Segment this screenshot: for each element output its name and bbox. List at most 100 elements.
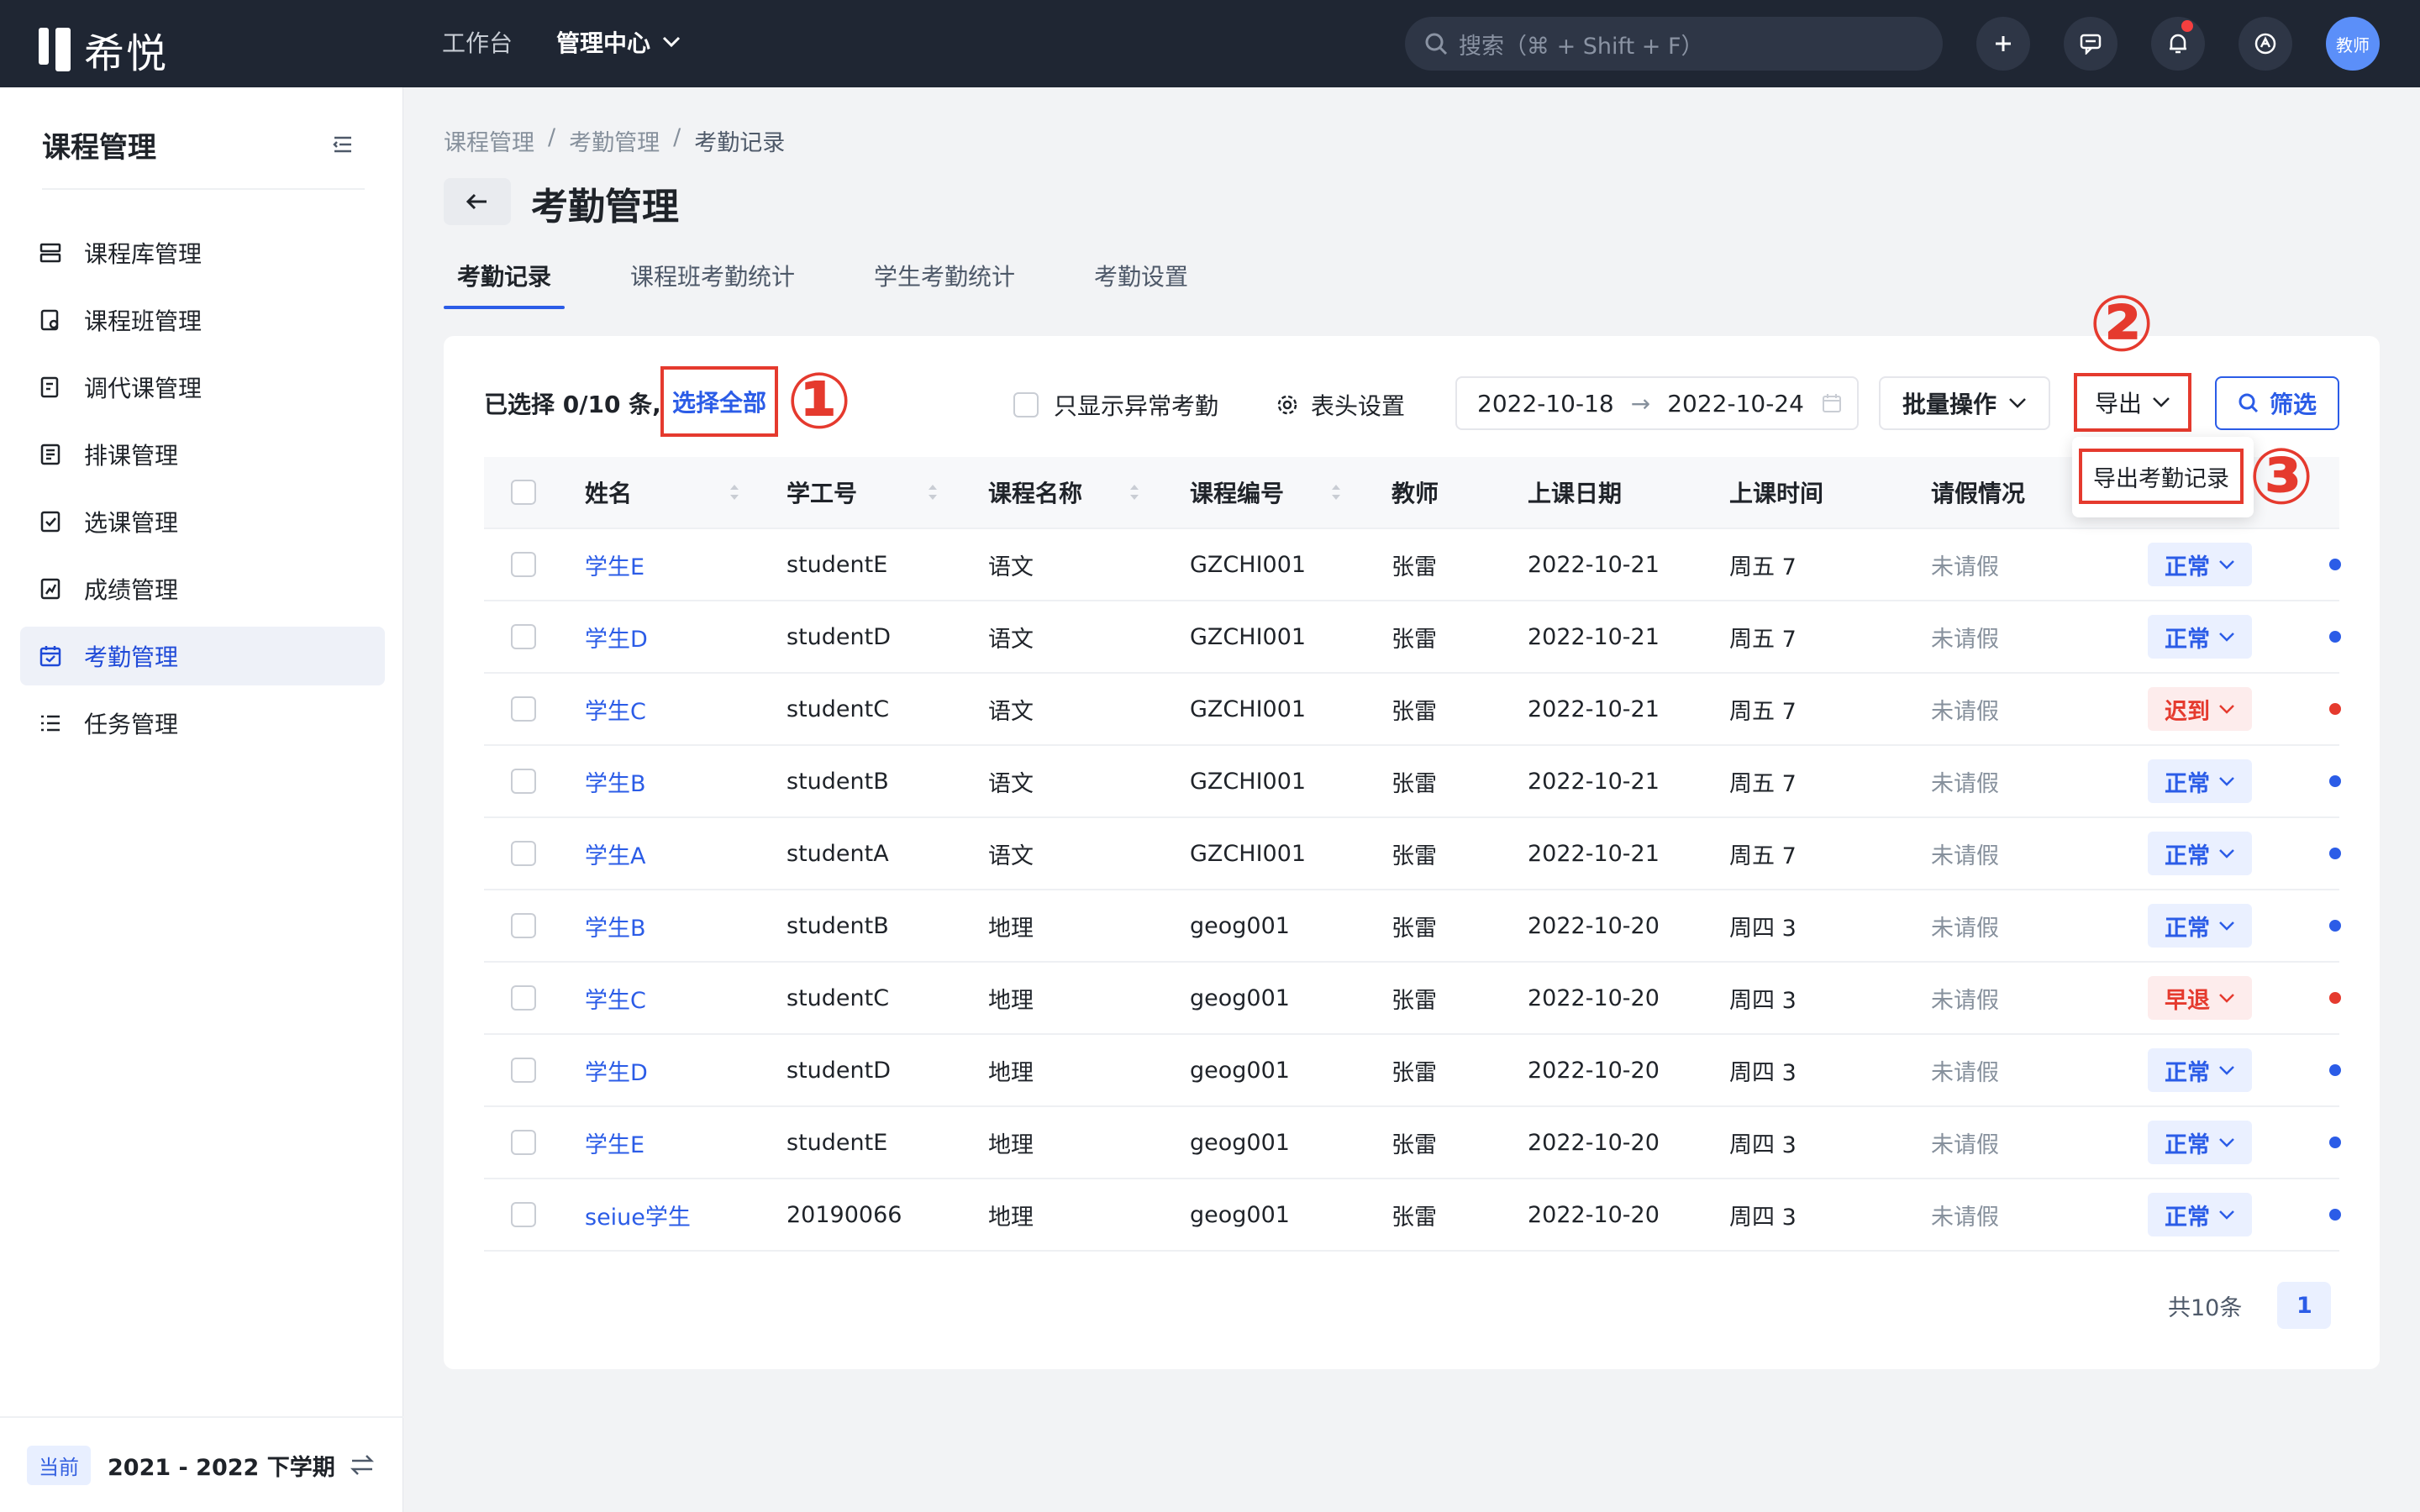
teacher-cell: 张雷	[1392, 1131, 1437, 1158]
back-button[interactable]	[444, 178, 511, 225]
breadcrumb-item[interactable]: 课程管理	[444, 124, 534, 157]
status-dropdown[interactable]: 正常	[2148, 759, 2252, 803]
student-name-link[interactable]: 学生B	[585, 910, 786, 942]
column-header-course-code[interactable]: 课程编号	[1190, 475, 1392, 509]
tab-attendance-settings[interactable]: 考勤设置	[1081, 252, 1202, 311]
sidebar: 课程管理 课程库管理 课程班管理 调代课管理 排课管理 选课管理 成绩管理 考勤…	[0, 87, 403, 1512]
table-row[interactable]: 学生B studentB 地理 geog001 张雷 2022-10-20 周四 3 未请假 正…	[484, 890, 2341, 963]
row-checkbox[interactable]	[511, 624, 536, 649]
select-all-checkbox[interactable]	[511, 480, 536, 505]
status-dropdown[interactable]: 正常	[2148, 1193, 2252, 1236]
user-avatar[interactable]: 教师	[2326, 17, 2380, 71]
logo[interactable]: 希悦	[39, 20, 168, 79]
global-search-input[interactable]: 搜索（⌘ + Shift + F）	[1405, 17, 1943, 71]
batch-operations-button[interactable]: 批量操作	[1879, 376, 2050, 430]
messages-button[interactable]	[2064, 17, 2118, 71]
table-row[interactable]: 学生E studentE 语文 GZCHI001 张雷 2022-10-21 周五 7 未请假…	[484, 529, 2341, 601]
sidebar-item-grades[interactable]: 成绩管理	[20, 559, 385, 618]
page-number-button[interactable]: 1	[2277, 1282, 2332, 1329]
status-dropdown[interactable]: 正常	[2148, 832, 2252, 875]
row-checkbox[interactable]	[511, 1058, 536, 1083]
column-header-student-id[interactable]: 学工号	[786, 475, 988, 509]
sidebar-item-attendance[interactable]: 考勤管理	[20, 627, 385, 685]
date-range-picker[interactable]: 2022-10-18 → 2022-10-24	[1455, 376, 1859, 430]
table-row[interactable]: 学生B studentB 语文 GZCHI001 张雷 2022-10-21 周五 7 未请假…	[484, 746, 2341, 818]
only-abnormal-checkbox[interactable]	[1013, 392, 1039, 417]
status-label: 正常	[2165, 1204, 2210, 1231]
pagination: 共10条 1	[2168, 1282, 2332, 1329]
help-button[interactable]	[2238, 17, 2292, 71]
row-checkbox[interactable]	[511, 769, 536, 794]
table-row[interactable]: 学生E studentE 地理 geog001 张雷 2022-10-20 周四 3 未请假 正…	[484, 1107, 2341, 1179]
column-settings-button[interactable]: 表头设置	[1276, 388, 1405, 422]
sidebar-item-scheduling[interactable]: 排课管理	[20, 425, 385, 484]
status-dropdown[interactable]: 正常	[2148, 543, 2252, 586]
tab-student-statistics[interactable]: 学生考勤统计	[860, 252, 1028, 311]
collapse-sidebar-icon[interactable]	[331, 134, 355, 155]
leave-cell: 未请假	[1931, 987, 1999, 1014]
term-switcher[interactable]: 当前 2021 - 2022 下学期	[0, 1416, 403, 1512]
swap-icon[interactable]	[350, 1453, 375, 1477]
select-all-link[interactable]: 选择全部	[660, 366, 778, 437]
add-button[interactable]	[1976, 17, 2030, 71]
term-badge: 当前	[27, 1445, 91, 1485]
sidebar-item-course-selection[interactable]: 选课管理	[20, 492, 385, 551]
student-name-link[interactable]: 学生D	[585, 621, 786, 654]
export-attendance-records-item[interactable]: 导出考勤记录	[2079, 449, 2244, 504]
status-dropdown[interactable]: 早退	[2148, 976, 2252, 1020]
only-abnormal-toggle[interactable]: 只显示异常考勤	[1013, 388, 1218, 422]
table-row[interactable]: 学生C studentC 地理 geog001 张雷 2022-10-20 周四 3 未请假 早…	[484, 963, 2341, 1035]
column-header-name[interactable]: 姓名	[585, 475, 786, 509]
row-checkbox[interactable]	[511, 985, 536, 1011]
status-label: 正常	[2165, 1131, 2210, 1158]
status-dropdown[interactable]: 正常	[2148, 615, 2252, 659]
export-label: 导出	[2094, 390, 2142, 417]
sort-icon[interactable]	[728, 481, 741, 503]
nav-management-center[interactable]: 管理中心	[556, 25, 681, 59]
nav-workbench[interactable]: 工作台	[442, 25, 513, 59]
table-row[interactable]: 学生A studentA 语文 GZCHI001 张雷 2022-10-21 周五 7 未请假…	[484, 818, 2341, 890]
sidebar-item-tasks[interactable]: 任务管理	[20, 694, 385, 753]
student-name-link[interactable]: 学生B	[585, 765, 786, 798]
student-name-link[interactable]: 学生C	[585, 693, 786, 726]
notifications-button[interactable]	[2151, 17, 2205, 71]
student-name-link[interactable]: 学生E	[585, 1126, 786, 1159]
breadcrumb-item[interactable]: 考勤管理	[569, 124, 660, 157]
status-dropdown[interactable]: 迟到	[2148, 687, 2252, 731]
term-text: 2021 - 2022 下学期	[108, 1454, 335, 1481]
sidebar-item-course-class[interactable]: 课程班管理	[20, 291, 385, 349]
sort-icon[interactable]	[926, 481, 939, 503]
tab-class-statistics[interactable]: 课程班考勤统计	[617, 252, 808, 311]
date-cell: 2022-10-21	[1528, 551, 1660, 578]
row-checkbox[interactable]	[511, 696, 536, 722]
status-dropdown[interactable]: 正常	[2148, 904, 2252, 948]
sort-icon[interactable]	[1128, 481, 1141, 503]
column-header-course-name[interactable]: 课程名称	[988, 475, 1190, 509]
table-row[interactable]: 学生C studentC 语文 GZCHI001 张雷 2022-10-21 周五 7 未请假…	[484, 674, 2341, 746]
row-checkbox[interactable]	[511, 1202, 536, 1227]
row-checkbox[interactable]	[511, 552, 536, 577]
status-dropdown[interactable]: 正常	[2148, 1121, 2252, 1164]
logo-mark-icon	[39, 28, 71, 71]
status-cell: 正常	[2133, 759, 2326, 803]
tab-attendance-records[interactable]: 考勤记录	[444, 252, 566, 311]
sidebar-item-substitute[interactable]: 调代课管理	[20, 358, 385, 417]
student-id-cell: studentC	[786, 984, 890, 1011]
sort-icon[interactable]	[1329, 481, 1343, 503]
student-name-link[interactable]: 学生D	[585, 1054, 786, 1087]
filter-button[interactable]: 筛选	[2215, 376, 2339, 430]
status-dropdown[interactable]: 正常	[2148, 1048, 2252, 1092]
row-checkbox[interactable]	[511, 841, 536, 866]
row-checkbox[interactable]	[511, 913, 536, 938]
leave-cell: 未请假	[1931, 1059, 1999, 1086]
student-name-link[interactable]: 学生A	[585, 837, 786, 870]
row-checkbox[interactable]	[511, 1130, 536, 1155]
student-name-link[interactable]: 学生C	[585, 982, 786, 1015]
table-row[interactable]: 学生D studentD 地理 geog001 张雷 2022-10-20 周四 3 未请假 正…	[484, 1035, 2341, 1107]
export-button[interactable]: 导出	[2074, 373, 2191, 432]
student-name-link[interactable]: seiue学生	[585, 1199, 786, 1231]
table-row[interactable]: seiue学生 20190066 地理 geog001 张雷 2022-10-20 周四 3…	[484, 1179, 2341, 1252]
table-row[interactable]: 学生D studentD 语文 GZCHI001 张雷 2022-10-21 周五 7 未请假…	[484, 601, 2341, 674]
student-name-link[interactable]: 学生E	[585, 549, 786, 581]
sidebar-item-course-library[interactable]: 课程库管理	[20, 223, 385, 282]
